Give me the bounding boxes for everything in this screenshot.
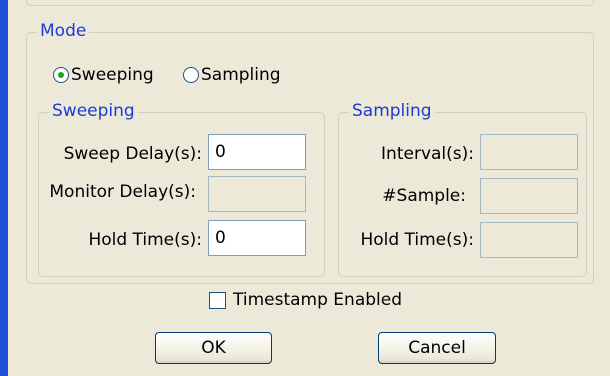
sample-hold-time-input[interactable] <box>480 222 578 258</box>
sweeping-legend: Sweeping <box>49 100 138 122</box>
sweep-hold-time-input[interactable]: 0 <box>208 220 306 256</box>
sweep-delay-label: Sweep Delay(s): <box>63 144 202 164</box>
sweep-delay-input[interactable]: 0 <box>208 134 306 170</box>
sampling-legend: Sampling <box>349 100 435 122</box>
cancel-button[interactable]: Cancel <box>378 332 496 364</box>
ok-button[interactable]: OK <box>155 332 272 364</box>
radio-selected-dot <box>58 72 64 78</box>
mode-legend: Mode <box>37 20 90 42</box>
sample-hold-time-label: Hold Time(s): <box>360 230 474 250</box>
sampling-radio-label[interactable]: Sampling <box>201 64 281 86</box>
sweep-hold-time-label: Hold Time(s): <box>88 230 202 250</box>
monitor-delay-input[interactable] <box>208 176 306 212</box>
timestamp-label[interactable]: Timestamp Enabled <box>233 289 402 311</box>
interval-label: Interval(s): <box>381 144 474 164</box>
upper-groupbox-edge <box>26 0 594 6</box>
monitor-delay-label: Monitor Delay(s): <box>49 182 196 202</box>
interval-input[interactable] <box>480 134 578 170</box>
sampling-radio[interactable] <box>183 67 199 83</box>
sweeping-radio-label[interactable]: Sweeping <box>71 64 154 86</box>
sweeping-radio[interactable] <box>53 67 69 83</box>
sample-count-input[interactable] <box>480 178 578 214</box>
timestamp-checkbox[interactable] <box>209 292 226 309</box>
window-left-border <box>0 0 8 376</box>
sample-count-label: #Sample: <box>382 186 466 206</box>
